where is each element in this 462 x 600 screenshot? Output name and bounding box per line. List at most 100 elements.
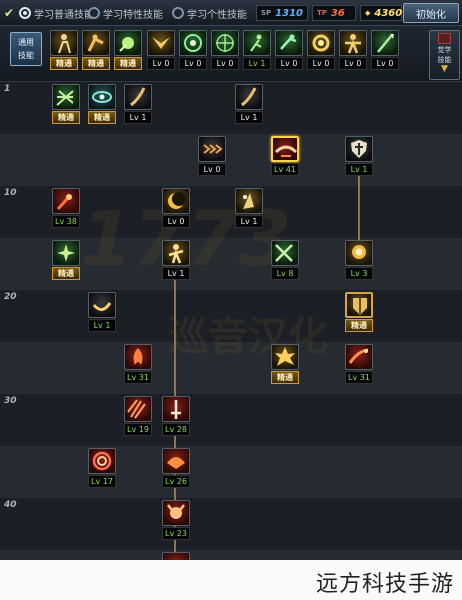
sp-value: 1310 (275, 7, 304, 19)
skill-slot[interactable]: 精通 (50, 30, 78, 71)
general-skills-button[interactable]: 通用 技能 (10, 32, 42, 66)
skill-slot[interactable]: Lv 38 (52, 188, 80, 229)
cross-swords-icon (271, 240, 299, 266)
level-marker: 10 (4, 188, 17, 198)
skill-slot[interactable]: Lv 17 (88, 448, 116, 489)
skill-slot[interactable]: 精通 (345, 292, 373, 333)
tab-trait-skills[interactable]: 学习特性技能 (88, 4, 163, 22)
skill-slot[interactable]: 精通 (88, 84, 116, 125)
tab-personal-skills[interactable]: 学习个性技能 (172, 4, 247, 22)
skill-slot[interactable]: 精通 (52, 240, 80, 281)
skill-slot[interactable]: Lv 19 (124, 396, 152, 437)
skill-slot[interactable]: Lv 31 (124, 344, 152, 385)
skill-level-label: Lv 1 (162, 267, 190, 280)
skill-level-label: Lv 0 (307, 57, 335, 70)
skill-slot[interactable]: Lv 1 (243, 30, 271, 71)
skill-level-label: Lv 1 (345, 163, 373, 176)
skill-slot[interactable]: Lv 26 (162, 448, 190, 489)
muscle-icon (339, 30, 367, 56)
level-marker: 30 (4, 396, 17, 406)
tree-band (0, 290, 462, 342)
qp-value: 4360 (374, 7, 403, 19)
skill-slot[interactable]: Lv 1 (124, 84, 152, 125)
strike-icon (271, 136, 299, 162)
skill-slot[interactable]: 精通 (271, 344, 299, 385)
skill-slot[interactable]: Lv 0 (162, 188, 190, 229)
caption-bar: 远方科技手游 (0, 560, 462, 600)
explosion-icon (271, 344, 299, 370)
awaken-label-1: 觉学 (437, 46, 452, 54)
ring-icon (307, 30, 335, 56)
skill-slot[interactable]: Lv 1 (345, 136, 373, 177)
skill-level-label: Lv 0 (147, 57, 175, 70)
shield-icon (345, 136, 373, 162)
awaken-icon (438, 33, 451, 44)
skill-slot[interactable]: Lv 3 (345, 240, 373, 281)
tab-label: 学习普通技能 (34, 9, 94, 21)
skill-slot[interactable]: 精通 (114, 30, 142, 71)
skill-slot[interactable]: Lv 0 (307, 30, 335, 71)
tp-tag: TP (317, 9, 327, 17)
qp-counter: ◆ 4360 (360, 5, 402, 21)
flame-icon (124, 344, 152, 370)
skill-tree: 1 10 20 30 40 1773 巡音汉化 精通精通Lv 1Lv 1Lv 0… (0, 82, 462, 560)
init-button[interactable]: 初始化 (403, 3, 459, 23)
skill-slot[interactable]: Lv 0 (371, 30, 399, 71)
moon-icon (162, 188, 190, 214)
skill-slot[interactable]: Lv 0 (211, 30, 239, 71)
skill-level-label: 精通 (50, 57, 78, 70)
skill-level-label: Lv 1 (243, 57, 271, 70)
radio-icon (88, 7, 100, 19)
skill-slot[interactable]: Lv 0 (198, 136, 226, 177)
comet-icon (52, 188, 80, 214)
burst-icon (52, 240, 80, 266)
skill-level-label: Lv 31 (345, 371, 373, 384)
crescent-icon (88, 292, 116, 318)
skill-slot[interactable]: Lv 8 (271, 240, 299, 281)
skill-level-label: Lv 0 (211, 57, 239, 70)
skill-slot[interactable]: 精通 (82, 30, 110, 71)
skill-level-label: 精通 (52, 111, 80, 124)
target-icon (211, 30, 239, 56)
skill-level-label: Lv 1 (88, 319, 116, 332)
skill-slot[interactable]: Lv 1 (88, 292, 116, 333)
skill-slot[interactable]: Lv 23 (162, 500, 190, 541)
skill-level-label: Lv 31 (124, 371, 152, 384)
awaken-skills-button[interactable]: 觉学 技能 ▼ (429, 30, 460, 80)
tab-label: 学习个性技能 (187, 9, 247, 21)
skill-slot[interactable]: 精通 (52, 84, 80, 125)
sp-counter: SP 1310 (256, 5, 308, 21)
skill-level-label: Lv 19 (124, 423, 152, 436)
skill-slot[interactable]: Lv 28 (162, 396, 190, 437)
skill-level-label: Lv 0 (162, 215, 190, 228)
skill-slot[interactable]: Lv 31 (345, 344, 373, 385)
skill-slot[interactable]: Lv 1 (162, 240, 190, 281)
skill-level-label: Lv 1 (235, 215, 263, 228)
lion-icon (345, 240, 373, 266)
skill-level-label: Lv 8 (271, 267, 299, 280)
skill-slot[interactable]: Lv 0 (179, 30, 207, 71)
dash-icon (275, 30, 303, 56)
level-marker: 20 (4, 292, 17, 302)
tab-normal-skills[interactable]: ✔ 学习普通技能 (4, 4, 94, 22)
skill-slot[interactable]: Lv 1 (235, 84, 263, 125)
eye-icon (88, 84, 116, 110)
tree-band (0, 394, 462, 446)
level-marker: 1 (4, 84, 11, 94)
tree-band (0, 446, 462, 498)
skill-slot[interactable]: Lv 0 (147, 30, 175, 71)
skill-slot[interactable]: Lv 0 (339, 30, 367, 71)
skill-slot[interactable]: Lv 21 (162, 552, 190, 560)
level-marker: 40 (4, 500, 17, 510)
skill-level-label: Lv 1 (235, 111, 263, 124)
skill-slot[interactable]: Lv 1 (235, 188, 263, 229)
prerequisite-line (358, 174, 360, 244)
wave-icon (162, 552, 190, 560)
arrows-icon (198, 136, 226, 162)
radio-icon (172, 7, 184, 19)
tree-band (0, 134, 462, 186)
skill-level-label: 精通 (82, 57, 110, 70)
skill-slot[interactable]: Lv 0 (275, 30, 303, 71)
skill-level-label: 精通 (271, 371, 299, 384)
skill-slot[interactable]: Lv 41 (271, 136, 299, 177)
